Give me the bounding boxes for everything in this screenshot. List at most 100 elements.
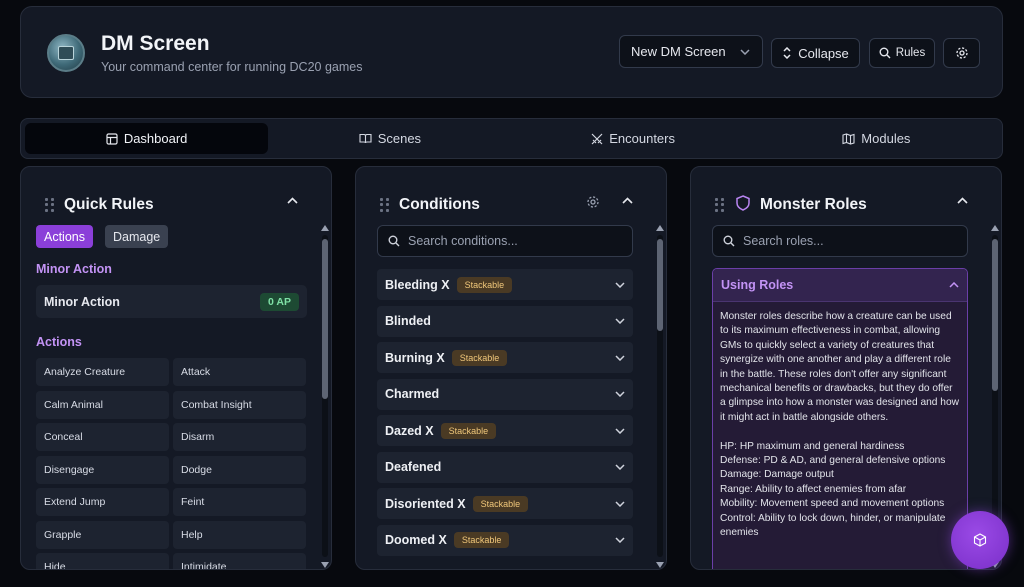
swords-icon: [591, 133, 603, 145]
monster-roles-title: Monster Roles: [760, 196, 867, 213]
action-item[interactable]: Calm Animal: [36, 390, 169, 419]
condition-item[interactable]: Blinded: [377, 305, 633, 337]
action-item[interactable]: Disarm: [173, 423, 306, 451]
using-roles-section: Using Roles Monster roles describe how a…: [712, 268, 968, 569]
scrollbar-thumb[interactable]: [322, 239, 328, 399]
collapse-button[interactable]: Collapse: [771, 38, 860, 68]
action-item[interactable]: Intimidate: [173, 553, 306, 569]
minor-action-item[interactable]: Minor Action 0 AP: [36, 285, 307, 318]
scrollbar-thumb[interactable]: [657, 239, 663, 331]
action-item[interactable]: Feint: [173, 488, 306, 516]
scroll-down-icon[interactable]: [656, 562, 664, 568]
tab-encounters[interactable]: Encounters: [512, 123, 755, 154]
action-item[interactable]: Analyze Creature: [36, 358, 169, 386]
chevron-up-icon: [949, 282, 959, 288]
stackable-badge: Stackable: [472, 495, 529, 512]
header: DM Screen Your command center for runnin…: [20, 6, 1003, 98]
gear-icon[interactable]: [586, 195, 600, 209]
dm-screen-logo-icon: [47, 34, 85, 72]
tab-encounters-label: Encounters: [609, 131, 675, 146]
chevron-up-icon[interactable]: [622, 197, 633, 204]
search-conditions-placeholder: Search conditions...: [408, 234, 518, 248]
chevron-up-icon[interactable]: [957, 197, 968, 204]
settings-button[interactable]: [943, 38, 980, 68]
search-conditions-input[interactable]: Search conditions...: [377, 225, 633, 257]
chip-damage[interactable]: Damage: [105, 225, 169, 248]
dm-screen-select[interactable]: New DM Screen: [619, 35, 763, 68]
action-item[interactable]: Dodge: [173, 455, 306, 484]
tab-dashboard[interactable]: Dashboard: [25, 123, 269, 154]
condition-item[interactable]: Disoriented X Stackable: [377, 488, 633, 519]
quick-rules-title: Quick Rules: [64, 196, 154, 213]
gear-icon: [955, 46, 969, 60]
action-item[interactable]: Conceal: [36, 423, 169, 451]
role-lines: HP: HP maximum and general hardiness Defe…: [720, 440, 960, 541]
dice-icon: [973, 533, 987, 547]
chevron-down-icon: [615, 318, 625, 324]
tab-dashboard-label: Dashboard: [123, 131, 188, 146]
action-item[interactable]: Extend Jump: [36, 488, 169, 516]
condition-name: Deafened: [385, 460, 442, 474]
scroll-up-icon[interactable]: [321, 225, 329, 231]
condition-item[interactable]: Dazed X Stackable: [377, 415, 633, 446]
drag-handle-icon[interactable]: [380, 198, 390, 212]
minor-action-heading: Minor Action: [36, 262, 112, 276]
scroll-down-icon[interactable]: [321, 562, 329, 568]
action-item[interactable]: Help: [173, 520, 306, 549]
condition-name: Burning X: [385, 350, 445, 365]
action-item[interactable]: Grapple: [36, 520, 169, 549]
search-icon: [879, 47, 891, 59]
map-icon: [842, 132, 855, 145]
condition-item[interactable]: Burning X Stackable: [377, 342, 633, 373]
tab-modules[interactable]: Modules: [755, 123, 998, 154]
chevron-down-icon: [615, 427, 625, 434]
using-roles-title: Using Roles: [721, 278, 794, 292]
search-roles-input[interactable]: Search roles...: [712, 225, 968, 257]
condition-item[interactable]: Doomed X Stackable: [377, 524, 633, 556]
scrollbar[interactable]: [656, 225, 664, 568]
tab-scenes[interactable]: Scenes: [268, 123, 511, 154]
collapse-label: Collapse: [798, 45, 849, 61]
action-item[interactable]: Hide: [36, 553, 169, 569]
using-roles-intro: Monster roles describe how a creature ca…: [720, 311, 959, 423]
minor-action-label: Minor Action: [44, 294, 120, 309]
chip-actions[interactable]: Actions: [36, 225, 93, 248]
stackable-badge: Stackable: [440, 422, 497, 439]
scrollbar[interactable]: [321, 225, 329, 568]
chevron-down-icon: [740, 48, 750, 55]
main-tabs: Dashboard Scenes Encounters Modules: [20, 118, 1003, 159]
quick-rules-panel: Quick Rules Actions Damage Minor Action …: [20, 166, 332, 570]
search-icon: [388, 235, 400, 247]
role-line: Control: Ability to lock down, hinder, o…: [720, 512, 946, 539]
scrollbar-thumb[interactable]: [992, 239, 998, 391]
page-subtitle: Your command center for running DC20 gam…: [101, 60, 363, 74]
drag-handle-icon[interactable]: [715, 198, 725, 212]
condition-name: Dazed X: [385, 423, 434, 438]
action-item[interactable]: Disengage: [36, 455, 169, 484]
rules-button[interactable]: Rules: [869, 38, 935, 68]
condition-item[interactable]: Deafened: [377, 451, 633, 483]
scroll-up-icon[interactable]: [656, 225, 664, 231]
shield-icon: [736, 195, 750, 211]
role-line: Mobility: Movement speed and movement op…: [720, 498, 945, 510]
book-open-icon: [359, 133, 372, 144]
scroll-up-icon[interactable]: [991, 225, 999, 231]
condition-item[interactable]: Charmed: [377, 378, 633, 410]
role-line: Range: Ability to affect enemies from af…: [720, 483, 907, 495]
condition-item[interactable]: Bleeding X Stackable: [377, 269, 633, 300]
conditions-list: Bleeding X Stackable Blinded Burning X Stack…: [377, 269, 633, 561]
drag-handle-icon[interactable]: [45, 198, 55, 212]
condition-name: Charmed: [385, 387, 440, 401]
search-roles-placeholder: Search roles...: [743, 234, 824, 248]
using-roles-header[interactable]: Using Roles: [713, 269, 967, 302]
stackable-badge: Stackable: [453, 532, 510, 548]
chevron-up-icon[interactable]: [287, 197, 298, 204]
actions-grid: Analyze Creature Attack Calm Animal Combat …: [36, 358, 307, 569]
role-line: Defense: PD & AD, and general defensive …: [720, 455, 946, 467]
floating-dice-button[interactable]: [951, 511, 1009, 569]
role-line: Damage: Damage output: [720, 469, 834, 481]
stackable-badge: Stackable: [451, 349, 508, 366]
action-item[interactable]: Attack: [173, 358, 306, 386]
role-line: HP: HP maximum and general hardiness: [720, 440, 905, 452]
action-item[interactable]: Combat Insight: [173, 390, 306, 419]
